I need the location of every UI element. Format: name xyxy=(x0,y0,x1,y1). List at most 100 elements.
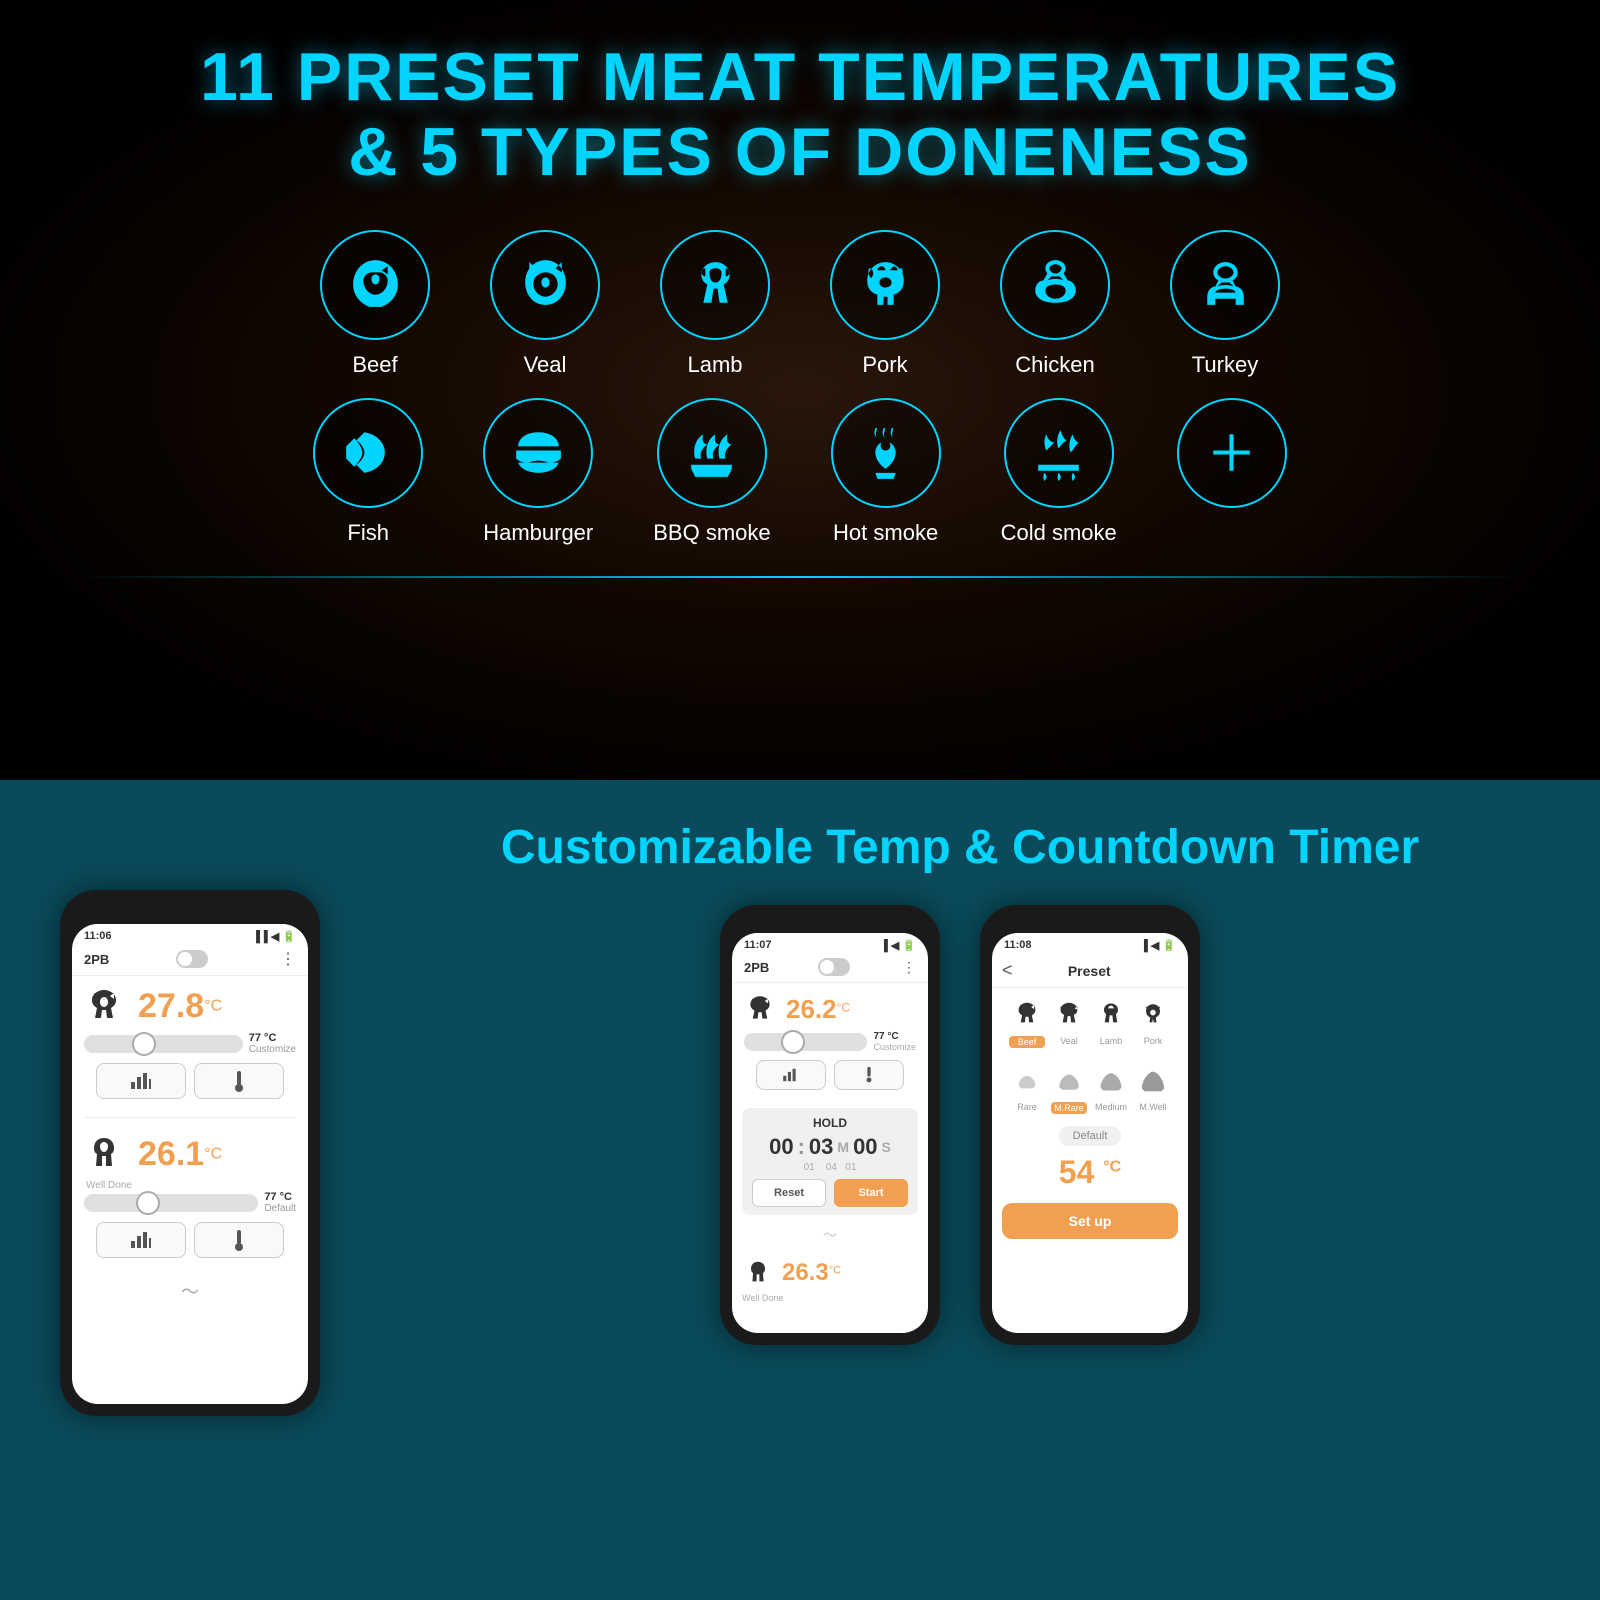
probe1-animal-icon xyxy=(84,986,124,1026)
turkey-icon xyxy=(1193,252,1258,317)
status-time: 11:06 xyxy=(84,930,112,943)
hamburger-circle xyxy=(483,398,593,508)
bbq-circle xyxy=(657,398,767,508)
meat-icon-beef: Beef xyxy=(320,230,430,378)
bbq-icon xyxy=(679,420,744,485)
timer-s: 00 xyxy=(853,1134,877,1160)
meat-icon-bbq: BBQ smoke xyxy=(653,398,770,546)
app-name: 2PB xyxy=(84,952,109,967)
slider-thumb[interactable] xyxy=(132,1032,156,1056)
phone-large-mockup: 11:06 ▐▐ ◀ 🔋 2PB ⋮ 27.8 °C xyxy=(60,890,320,1416)
cold-smoke-circle xyxy=(1004,398,1114,508)
preset-pork[interactable] xyxy=(1135,996,1171,1032)
preset-beef[interactable] xyxy=(1009,996,1045,1032)
mid-probe1-action-btns xyxy=(744,1056,916,1094)
preset-veal[interactable] xyxy=(1051,996,1087,1032)
meat-icons-row1: Beef Veal Lamb Pork xyxy=(320,230,1280,378)
doneness-medium[interactable] xyxy=(1093,1062,1129,1098)
phone-preset: 11:08 ▐ ◀ 🔋 < Preset xyxy=(980,905,1200,1345)
probe1-temp: 27.8 xyxy=(138,987,204,1025)
customizable-title: Customizable Temp & Countdown Timer xyxy=(501,820,1419,875)
mid-menu-dots[interactable]: ⋮ xyxy=(902,959,916,976)
probe1-thermo-btn[interactable] xyxy=(194,1063,284,1099)
probe2-unit: °C xyxy=(204,1145,222,1162)
mid-probe1-controls: 77 °C Customize xyxy=(732,1031,928,1102)
phone-mid-screen: 11:07 ▐ ◀ 🔋 2PB ⋮ 26.2°C xyxy=(732,933,928,1333)
phone-preset-notch xyxy=(1060,917,1120,933)
meat-icon-hot-smoke: Hot smoke xyxy=(831,398,941,546)
lamb-label: Lamb xyxy=(687,352,742,378)
turkey-label: Turkey xyxy=(1192,352,1258,378)
medium-icon xyxy=(1097,1068,1125,1092)
start-button[interactable]: Start xyxy=(834,1179,908,1207)
meat-icon-pork: Pork xyxy=(830,230,940,378)
mid-probe1-temp-container: 26.2°C xyxy=(786,994,850,1025)
mid-toggle[interactable] xyxy=(818,958,850,976)
probe2-action-buttons xyxy=(84,1218,296,1262)
doneness-rare[interactable] xyxy=(1009,1062,1045,1098)
mid-probe1-customize: Customize xyxy=(873,1042,916,1052)
mid-slider-thumb[interactable] xyxy=(781,1030,805,1054)
mid-probe1-temp: 26.2 xyxy=(786,994,837,1024)
header-toggle[interactable] xyxy=(176,950,208,968)
mid-probe1-row: 26.2°C xyxy=(732,983,928,1031)
swipe-indicator: 〜 xyxy=(72,1270,308,1312)
preset-veal-icon xyxy=(1055,1000,1083,1028)
preset-pork-icon xyxy=(1139,1000,1167,1028)
probe2-slider[interactable] xyxy=(84,1194,258,1212)
phone-large-screen: 11:06 ▐▐ ◀ 🔋 2PB ⋮ 27.8 °C xyxy=(72,924,308,1404)
phone-large-header: 2PB ⋮ xyxy=(72,945,308,976)
preset-lamb[interactable] xyxy=(1093,996,1129,1032)
bbq-label: BBQ smoke xyxy=(653,520,770,546)
veal-label: Veal xyxy=(524,352,567,378)
slider2-thumb[interactable] xyxy=(136,1191,160,1215)
probe2-slider-row: 77 °C Default xyxy=(84,1191,296,1214)
mid-probe1-slider[interactable] xyxy=(744,1033,867,1051)
plus-icon xyxy=(1199,420,1264,485)
cold-smoke-label: Cold smoke xyxy=(1001,520,1117,546)
preset-back-btn[interactable]: < xyxy=(1002,960,1013,981)
mid-chart-btn[interactable] xyxy=(756,1060,826,1090)
probe1-slider-row: 77 °C Customize xyxy=(84,1032,296,1055)
beef-label: Beef xyxy=(352,352,397,378)
meat-icon-veal: Veal xyxy=(490,230,600,378)
hot-smoke-label: Hot smoke xyxy=(833,520,938,546)
chicken-label: Chicken xyxy=(1015,352,1094,378)
turkey-circle xyxy=(1170,230,1280,340)
phone-mid-mockup: 11:07 ▐ ◀ 🔋 2PB ⋮ 26.2°C xyxy=(720,905,940,1345)
probe2-thermo-btn[interactable] xyxy=(194,1222,284,1258)
timer-display: 00 : 03 M 00 S xyxy=(752,1134,908,1160)
mid-probe2-icon xyxy=(744,1259,772,1287)
meat-icon-lamb: Lamb xyxy=(660,230,770,378)
reset-button[interactable]: Reset xyxy=(752,1179,826,1207)
bottom-section: 11:06 ▐▐ ◀ 🔋 2PB ⋮ 27.8 °C xyxy=(0,780,1600,1600)
probe2-chart-btn[interactable] xyxy=(96,1222,186,1258)
mid-thermo-btn[interactable] xyxy=(834,1060,904,1090)
doneness-labels: Rare M.Rare Medium M.Well xyxy=(992,1102,1188,1122)
probe1-slider[interactable] xyxy=(84,1035,243,1053)
phone-large: 11:06 ▐▐ ◀ 🔋 2PB ⋮ 27.8 °C xyxy=(60,890,340,1416)
probe1-chart-btn[interactable] xyxy=(96,1063,186,1099)
preset-lamb-label: Lamb xyxy=(1093,1036,1129,1048)
beef-circle xyxy=(320,230,430,340)
doneness-mrare[interactable] xyxy=(1051,1062,1087,1098)
probe2-label: Well Done xyxy=(72,1180,308,1191)
probe2-animal-icon xyxy=(84,1134,124,1174)
chart2-icon xyxy=(130,1231,152,1249)
mid-app-name: 2PB xyxy=(744,960,769,975)
menu-dots[interactable]: ⋮ xyxy=(280,949,296,969)
probe2-controls: 77 °C Default xyxy=(72,1191,308,1270)
setup-button[interactable]: Set up xyxy=(1002,1203,1178,1239)
mrare-icon xyxy=(1055,1068,1083,1092)
veal-circle xyxy=(490,230,600,340)
meat-icons-row2: Fish Hamburger BBQ smoke H xyxy=(313,398,1287,546)
doneness-row xyxy=(992,1056,1188,1102)
mrare-label: M.Rare xyxy=(1051,1102,1087,1114)
status-icons: ▐▐ ◀ 🔋 xyxy=(252,930,296,943)
probe2-sub-label: Default xyxy=(264,1203,296,1214)
medium-label: Medium xyxy=(1093,1102,1129,1114)
doneness-mwell[interactable] xyxy=(1135,1062,1171,1098)
preset-veal-label: Veal xyxy=(1051,1036,1087,1048)
phone-preset-status: 11:08 ▐ ◀ 🔋 xyxy=(992,933,1188,954)
chart-icon xyxy=(130,1072,152,1090)
